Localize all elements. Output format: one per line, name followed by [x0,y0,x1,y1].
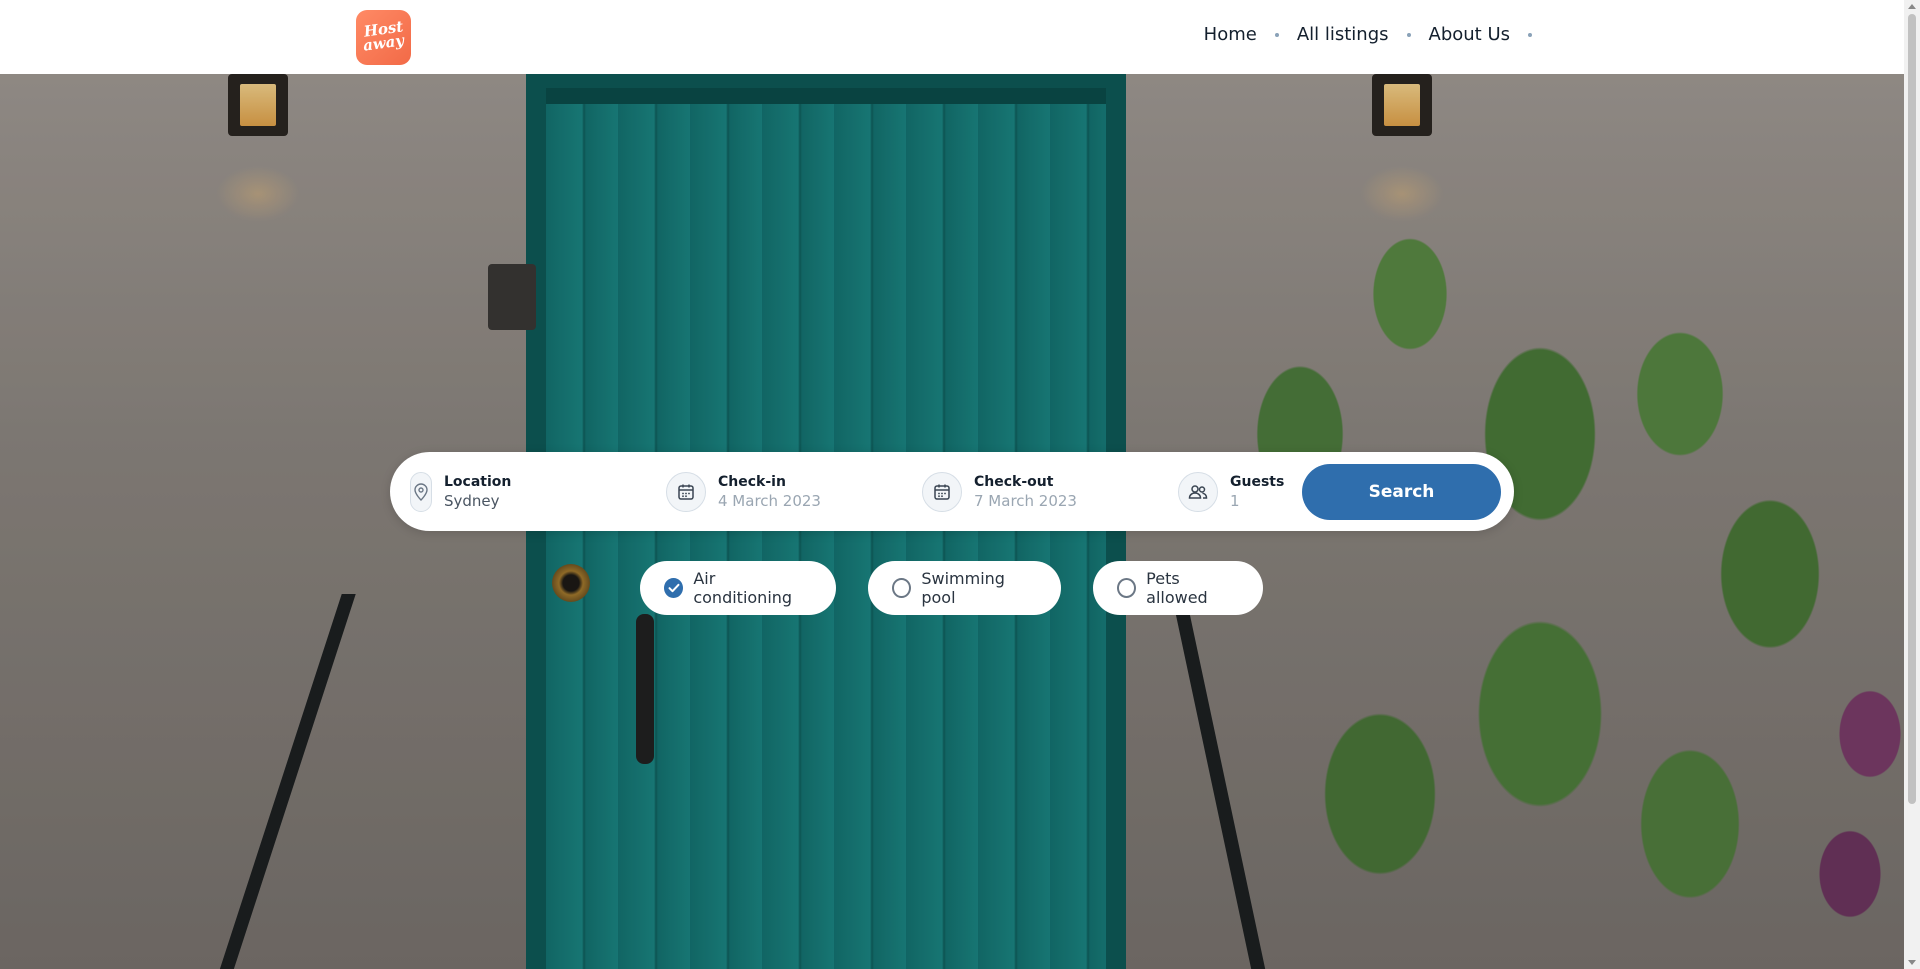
scroll-up-icon[interactable] [1908,4,1916,9]
nav-separator [1274,32,1279,37]
nav-separator [1406,32,1411,37]
calendar-icon [922,471,962,512]
nav-all-listings[interactable]: All listings [1297,24,1389,45]
users-icon [1178,471,1218,512]
search-button[interactable]: Search [1302,464,1501,520]
location-value[interactable]: Sydney [444,491,511,511]
guests-field[interactable]: Guests 1 [1178,452,1284,531]
nav-home[interactable]: Home [1204,24,1257,45]
filter-pets-allowed[interactable]: Pets allowed [1093,561,1263,615]
main-nav: Home All listings About Us [1204,24,1532,45]
guests-placeholder[interactable]: 1 [1230,491,1284,511]
filter-label: Swimming pool [921,569,1005,607]
unchecked-circle-icon [1117,578,1137,598]
logo[interactable]: Host away [356,10,411,65]
search-bar: Location Sydney Check-in 4 March 2023 Ch… [390,452,1514,531]
filter-label: Pets allowed [1146,569,1208,607]
checkin-field[interactable]: Check-in 4 March 2023 [666,452,821,531]
filter-label: Air conditioning [693,569,793,607]
checkout-field[interactable]: Check-out 7 March 2023 [922,452,1077,531]
checked-circle-icon [664,578,684,598]
location-field[interactable]: Location Sydney [410,452,511,531]
nav-separator [1528,32,1532,37]
checkout-placeholder[interactable]: 7 March 2023 [974,491,1077,511]
filter-swimming-pool[interactable]: Swimming pool [868,561,1061,615]
map-pin-icon [410,471,432,512]
site-header: Host away Home All listings About Us [0,0,1904,74]
page-scrollbar[interactable] [1904,0,1920,969]
checkin-placeholder[interactable]: 4 March 2023 [718,491,821,511]
checkin-label: Check-in [718,473,786,490]
nav-about-us[interactable]: About Us [1429,24,1511,45]
scroll-down-icon[interactable] [1908,960,1916,965]
location-label: Location [444,473,512,490]
filter-air-conditioning[interactable]: Air conditioning [640,561,836,615]
unchecked-circle-icon [892,578,912,598]
scrollbar-thumb[interactable] [1908,14,1916,804]
guests-label: Guests [1230,473,1285,490]
calendar-icon [666,471,706,512]
checkout-label: Check-out [974,473,1054,490]
